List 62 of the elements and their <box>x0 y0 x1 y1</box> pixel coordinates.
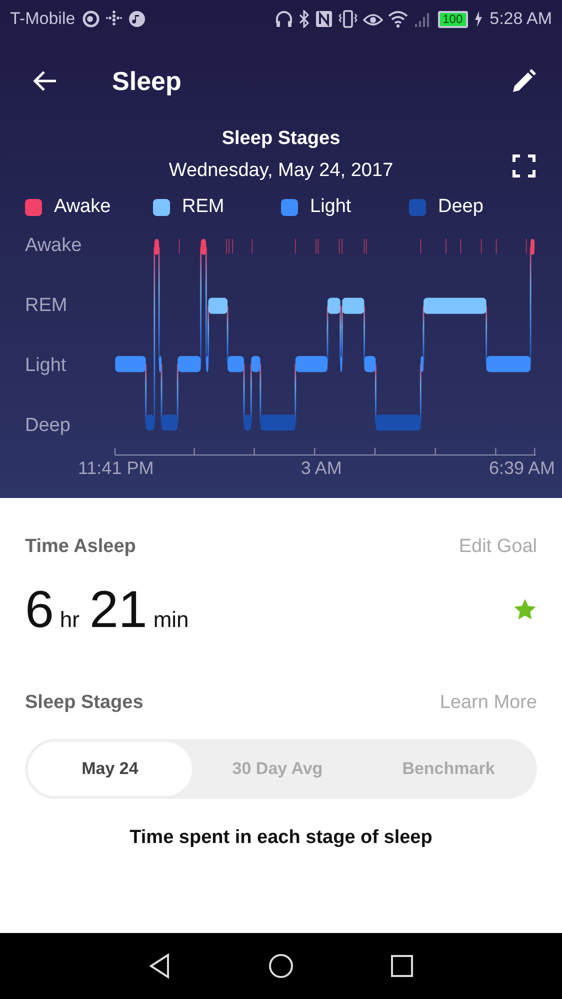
chart-date: Wednesday, May 24, 2017 <box>168 160 394 182</box>
axis-label: 6:39 AM <box>488 458 555 479</box>
stage-bar <box>154 238 160 255</box>
stage-bar <box>146 414 154 431</box>
tab[interactable]: Benchmark <box>363 742 534 796</box>
tab[interactable]: 30 Day Avg <box>192 742 363 796</box>
stage-bar <box>486 356 531 372</box>
tab[interactable]: May 24 <box>28 742 192 796</box>
stage-bar <box>228 356 244 372</box>
fullscreen-button[interactable] <box>512 154 536 178</box>
stage-bar <box>178 356 201 372</box>
charging-icon <box>472 10 483 28</box>
axis-label: Awake <box>25 236 83 256</box>
stage-bar <box>251 356 260 372</box>
stage-bar <box>342 298 364 314</box>
stage-bar <box>260 414 296 431</box>
headphones-icon <box>274 10 293 28</box>
axis-label: Deep <box>25 416 72 436</box>
stage-bar <box>530 238 534 255</box>
hotspot-icon <box>82 10 100 28</box>
minutes-unit: min <box>153 607 189 633</box>
hours-value: 6 <box>25 580 54 640</box>
edit-goal-link[interactable]: Edit Goal <box>458 536 537 558</box>
stage-bar <box>208 298 228 314</box>
stage-bar <box>162 414 178 431</box>
bluetooth-icon <box>298 10 310 28</box>
music-icon <box>128 10 146 28</box>
stage-bar <box>200 238 206 255</box>
nfc-icon <box>314 10 333 28</box>
minutes-value: 21 <box>89 580 148 640</box>
carrier-name: T-Mobile <box>10 9 76 29</box>
axis-label: 11:41 PM <box>78 458 154 479</box>
dots-icon <box>105 10 124 28</box>
section-heading: Sleep Stages <box>25 692 144 714</box>
axis-label: Light <box>25 356 68 376</box>
legend-label: REM <box>182 196 224 218</box>
axis-label: REM <box>25 296 68 316</box>
legend-label: Light <box>310 196 352 218</box>
stage-bar <box>364 356 376 372</box>
stage-bar <box>376 414 421 431</box>
stage-bar <box>424 298 486 314</box>
stage-bar <box>420 356 424 372</box>
learn-more-link[interactable]: Learn More <box>440 692 537 714</box>
caption: Time spent in each stage of sleep <box>128 827 434 849</box>
stage-bar <box>340 356 342 372</box>
section-heading: Time Asleep <box>25 536 136 558</box>
page-title: Sleep <box>112 66 182 96</box>
stage-bar <box>206 356 208 372</box>
stage-bar <box>295 356 328 372</box>
clock: 5:28 AM <box>490 9 552 29</box>
stage-bar <box>159 356 162 372</box>
legend-label: Deep <box>438 196 484 218</box>
battery-indicator: 100 <box>438 10 468 28</box>
hours-unit: hr <box>60 607 80 633</box>
legend-label: Awake <box>54 196 111 218</box>
wifi-icon <box>388 10 408 28</box>
vibrate-icon <box>338 10 358 28</box>
chart-title: Sleep Stages <box>222 128 340 150</box>
stage-bar <box>115 356 146 372</box>
stage-bar <box>244 414 252 431</box>
stage-bar <box>328 298 340 314</box>
axis-label: 3 AM <box>300 458 342 479</box>
